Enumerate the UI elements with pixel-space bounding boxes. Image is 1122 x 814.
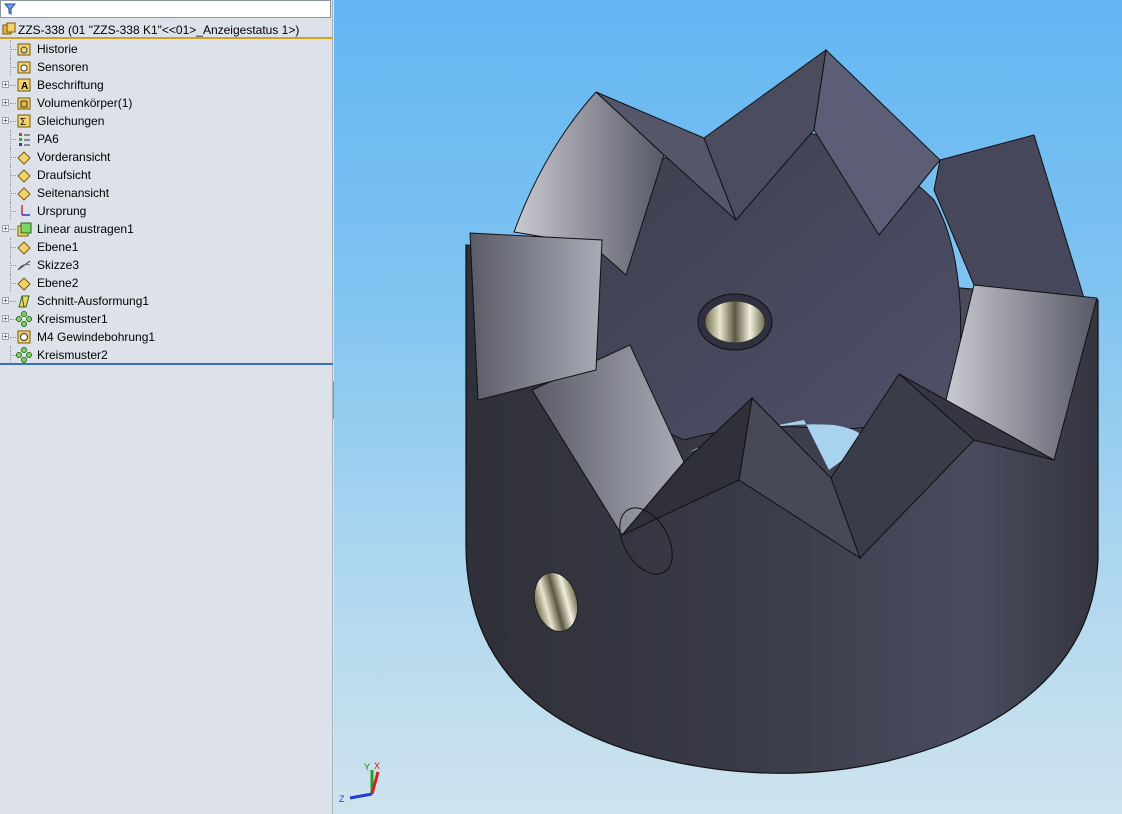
tree-item[interactable]: Vorderansicht	[0, 148, 333, 166]
plane-icon	[17, 277, 31, 291]
tree-item-label: Draufsicht	[37, 168, 92, 182]
loft-cut-icon	[18, 295, 30, 308]
sensor-folder-icon	[17, 61, 31, 74]
graphics-viewport[interactable]: Y X Z	[334, 0, 1122, 814]
tree-item[interactable]: + Linear austragen1	[0, 220, 333, 238]
tree-item[interactable]: Ebene2	[0, 274, 333, 292]
tree-item[interactable]: Historie	[0, 40, 333, 58]
part-model-render[interactable]	[334, 0, 1122, 814]
tree-item-label: M4 Gewindebohrung1	[37, 330, 156, 344]
expand-toggle[interactable]: +	[2, 117, 9, 125]
tree-item-label: Seitenansicht	[37, 186, 110, 200]
triad-x-label: X	[374, 761, 380, 771]
feature-manager-panel: ZZS-338 (01 "ZZS-338 K1"<<01>_Anzeigesta…	[0, 0, 333, 814]
part-root-node[interactable]: ZZS-338 (01 "ZZS-338 K1"<<01>_Anzeigesta…	[0, 21, 333, 39]
tree-item[interactable]: + Volumenkörper(1)	[0, 94, 333, 112]
plane-icon	[17, 151, 31, 165]
filter-icon[interactable]	[4, 3, 16, 15]
feature-tree: Historie Sensoren + A Beschriftung + Volumenkö…	[0, 40, 333, 364]
tree-item-label: Linear austragen1	[37, 222, 134, 236]
tree-item[interactable]: + Σ Gleichungen	[0, 112, 333, 130]
tree-item-label: Ursprung	[37, 204, 87, 218]
sketch-icon	[17, 260, 31, 271]
tree-item-label: Skizze3	[37, 258, 80, 272]
expand-toggle[interactable]: +	[2, 225, 9, 233]
origin-icon	[21, 205, 30, 216]
circular-pattern-icon	[16, 311, 32, 327]
tree-item[interactable]: Ebene1	[0, 238, 333, 256]
triad-y-label: Y	[364, 762, 370, 772]
tree-item-label: Schnitt-Ausformung1	[37, 294, 150, 308]
expand-toggle[interactable]: +	[2, 315, 9, 323]
tree-item[interactable]: Skizze3	[0, 256, 333, 274]
part-icon	[2, 22, 16, 35]
expand-toggle[interactable]: +	[2, 297, 9, 305]
tree-item-label: Historie	[37, 42, 78, 56]
tree-item-label: Beschriftung	[37, 78, 104, 92]
tree-item[interactable]: Ursprung	[0, 202, 333, 220]
history-folder-icon	[17, 43, 31, 56]
axis-triad: Y X Z	[339, 761, 380, 804]
solid-bodies-folder-icon	[17, 97, 31, 110]
tree-item[interactable]: Draufsicht	[0, 166, 333, 184]
expand-toggle[interactable]: +	[2, 81, 9, 89]
expand-toggle[interactable]: +	[2, 333, 9, 341]
svg-text:A: A	[21, 81, 28, 92]
tree-item[interactable]: Sensoren	[0, 58, 333, 76]
tree-item[interactable]: + A Beschriftung	[0, 76, 333, 94]
feature-filter-bar[interactable]	[0, 0, 331, 18]
expand-toggle[interactable]: +	[2, 99, 9, 107]
tree-item[interactable]: + Schnitt-Ausformung1	[0, 292, 333, 310]
tree-item-label: Ebene1	[37, 240, 79, 254]
plane-icon	[17, 241, 31, 255]
part-root-label: ZZS-338 (01 "ZZS-338 K1"<<01>_Anzeigesta…	[18, 23, 300, 37]
tree-item[interactable]: + Kreismuster1	[0, 310, 333, 328]
tree-item-label: Kreismuster1	[37, 312, 108, 326]
tree-item-label: Kreismuster2	[37, 348, 108, 362]
triad-z-label: Z	[339, 794, 345, 804]
svg-text:Σ: Σ	[20, 117, 26, 128]
tree-item[interactable]: Seitenansicht	[0, 184, 333, 202]
circular-pattern-icon	[16, 347, 32, 363]
rollback-bar[interactable]	[0, 363, 333, 365]
plane-icon	[17, 169, 31, 183]
tree-item[interactable]: + M4 Gewindebohrung1	[0, 328, 333, 346]
tree-item-label: Ebene2	[37, 276, 79, 290]
tree-item-label: PA6	[37, 132, 59, 146]
annotation-folder-icon: A	[17, 78, 31, 92]
tree-item-label: Volumenkörper(1)	[37, 96, 133, 110]
hole-wizard-icon	[17, 330, 31, 344]
tree-item-label: Vorderansicht	[37, 150, 111, 164]
tree-item[interactable]: PA6	[0, 130, 333, 148]
material-icon	[19, 133, 30, 146]
tree-item[interactable]: Kreismuster2	[0, 346, 333, 364]
extrude-icon	[17, 222, 32, 237]
plane-icon	[17, 187, 31, 201]
tree-item-label: Gleichungen	[37, 114, 105, 128]
equations-folder-icon: Σ	[17, 114, 31, 128]
tree-item-label: Sensoren	[37, 60, 89, 74]
